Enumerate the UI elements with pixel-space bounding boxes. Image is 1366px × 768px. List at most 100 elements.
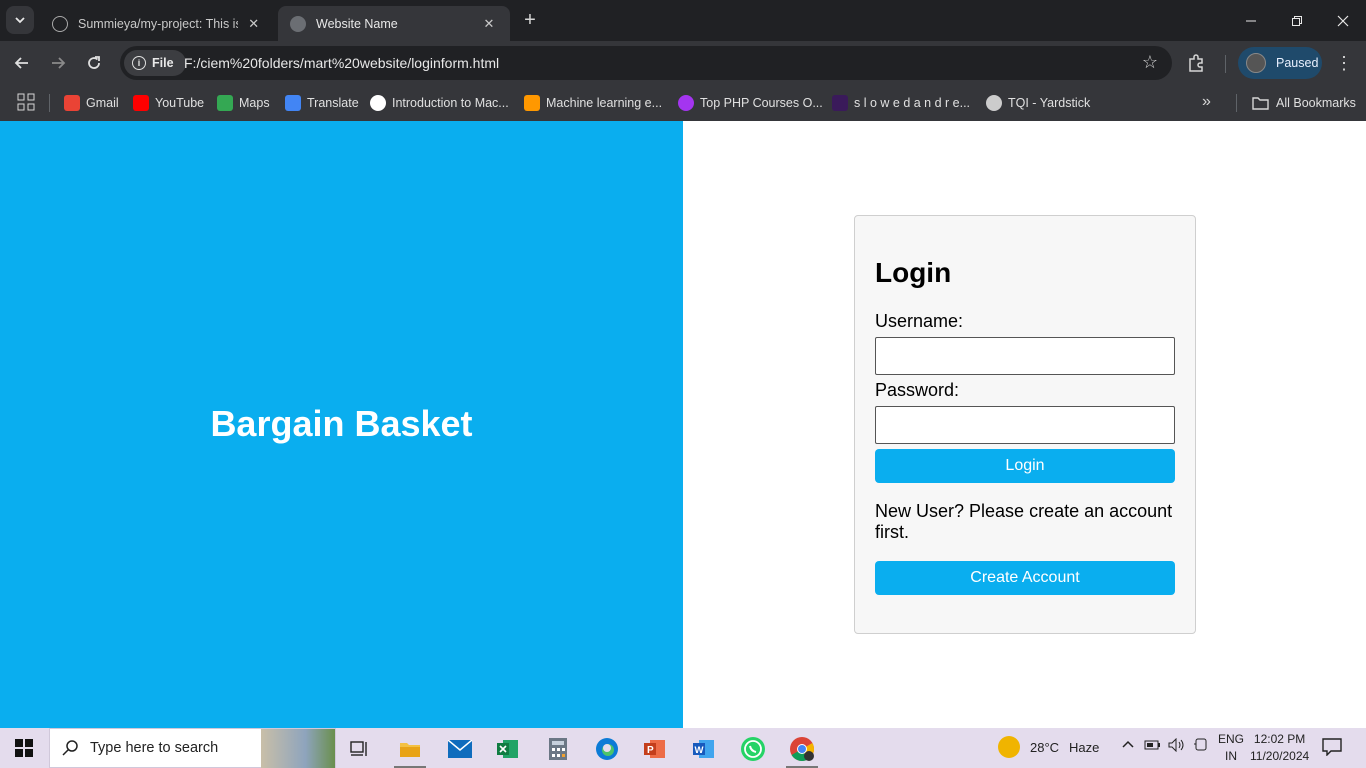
apps-grid-icon[interactable] [17, 93, 35, 111]
close-tab-icon[interactable]: ✕ [246, 16, 262, 32]
mail-button[interactable] [440, 732, 480, 766]
taskbar-search[interactable]: Type here to search [49, 728, 336, 768]
bookmark-machine-learning[interactable]: Machine learning e... [524, 92, 662, 114]
system-clock[interactable]: 12:02 PM 11/20/2024 [1250, 731, 1309, 765]
excel-button[interactable] [488, 732, 528, 766]
folder-icon [400, 743, 420, 757]
whatsapp-button[interactable] [733, 732, 773, 766]
restore-button[interactable] [1274, 0, 1320, 41]
calculator-button[interactable] [538, 732, 578, 766]
username-label: Username: [875, 311, 964, 331]
create-account-button[interactable]: Create Account [875, 561, 1175, 595]
bookmark-php-courses[interactable]: Top PHP Courses O... [678, 92, 823, 114]
bookmark-translate[interactable]: Translate [285, 92, 359, 114]
bookmark-label: Top PHP Courses O... [700, 96, 823, 110]
bookmark-maps[interactable]: Maps [217, 92, 270, 114]
mail-icon [448, 740, 472, 758]
show-hidden-icons[interactable] [1122, 738, 1134, 753]
weather-widget[interactable]: 28°C Haze [998, 736, 1099, 758]
profile-button[interactable]: Paused [1238, 47, 1322, 79]
word-button[interactable]: W [684, 732, 724, 766]
tab-search-button[interactable] [6, 6, 34, 34]
back-button[interactable] [8, 49, 36, 77]
more-bookmarks-icon[interactable]: » [1202, 93, 1211, 111]
bookmark-label: Translate [307, 96, 359, 110]
avatar [1246, 53, 1266, 73]
chrome-button[interactable] [782, 732, 822, 768]
search-placeholder: Type here to search [90, 740, 219, 756]
powerpoint-button[interactable]: P [635, 732, 675, 766]
bookmark-slowed[interactable]: s l o w e d a n d r e... [832, 92, 970, 114]
task-view-icon [350, 741, 367, 756]
weather-condition: Haze [1069, 739, 1100, 755]
bookmark-label: s l o w e d a n d r e... [854, 96, 971, 110]
tab-title: Website Name [316, 16, 398, 31]
bookmarks-divider [1236, 94, 1237, 112]
bookmark-tqi[interactable]: TQI - Yardstick [986, 92, 1090, 114]
chrome-icon [790, 737, 815, 762]
svg-text:P: P [647, 745, 654, 756]
extensions-button[interactable] [1186, 53, 1208, 73]
windows-taskbar: Type here to search P W 28°C Haze ENG IN… [0, 728, 1366, 768]
language-indicator[interactable]: ENG IN [1218, 731, 1244, 765]
task-view-button[interactable] [340, 732, 380, 766]
reload-button[interactable] [80, 49, 108, 77]
word-icon: W [693, 740, 714, 758]
bookmark-gmail[interactable]: Gmail [64, 92, 119, 114]
login-heading: Login [875, 257, 952, 288]
globe-icon [290, 15, 306, 32]
search-icon [62, 740, 78, 756]
profile-label: Paused [1276, 56, 1319, 70]
language-code: ENG [1218, 732, 1245, 746]
github-icon [52, 15, 68, 32]
address-bar[interactable]: i File F:/ciem%20folders/mart%20website/… [120, 46, 1172, 80]
calculator-icon [549, 738, 567, 760]
file-explorer-button[interactable] [390, 732, 430, 768]
login-button[interactable]: Login [875, 449, 1175, 483]
browser-menu-button[interactable]: ⋮ [1332, 49, 1356, 77]
notification-center-icon[interactable] [1322, 738, 1344, 758]
brand-panel: Bargain Basket [0, 121, 683, 728]
bookmark-youtube[interactable]: YouTube [133, 92, 204, 114]
login-panel: Login Username: Password: Login New User… [683, 121, 1366, 728]
folder-icon [1252, 97, 1269, 110]
puzzle-icon [1189, 54, 1203, 72]
bookmark-star-icon[interactable]: ☆ [1142, 52, 1158, 73]
bookmark-introduction[interactable]: Introduction to Mac... [370, 92, 509, 114]
tab-website-name[interactable]: Website Name ✕ [278, 6, 510, 41]
bookmark-label: YouTube [155, 96, 205, 110]
volume-icon[interactable] [1168, 737, 1186, 755]
close-window-button[interactable] [1320, 0, 1366, 41]
tab-github[interactable]: Summieya/my-project: This is a ✕ [40, 6, 274, 41]
arrow-right-icon [52, 57, 66, 69]
chevron-up-icon [1122, 740, 1134, 748]
all-bookmarks-label: All Bookmarks [1276, 96, 1356, 110]
minimize-button[interactable] [1228, 0, 1274, 41]
close-tab-icon[interactable]: ✕ [480, 16, 498, 32]
clock-date: 11/20/2024 [1250, 749, 1310, 763]
edge-button[interactable] [587, 732, 627, 766]
close-icon [1337, 15, 1349, 26]
svg-text:W: W [695, 745, 704, 756]
tab-strip: Summieya/my-project: This is a ✕ Website… [0, 0, 1366, 41]
google-icon [370, 95, 386, 111]
excel-icon [497, 740, 518, 758]
site-info-chip[interactable]: i File [124, 50, 186, 76]
toolbar-divider [1225, 55, 1226, 73]
language-region: IN [1225, 749, 1237, 763]
web-page: Bargain Basket Login Username: Password:… [0, 121, 1366, 728]
password-input[interactable] [875, 406, 1175, 444]
tab-title: Summieya/my-project: This is a [78, 16, 238, 31]
bookmark-label: Maps [239, 96, 270, 110]
forward-button[interactable] [44, 49, 72, 77]
info-icon: i [132, 56, 146, 70]
clock-time: 12:02 PM [1253, 732, 1306, 746]
brand-title: Bargain Basket [210, 403, 473, 444]
all-bookmarks[interactable]: All Bookmarks [1252, 92, 1356, 114]
display-icon[interactable] [1193, 738, 1209, 755]
gmail-icon [64, 95, 80, 111]
battery-icon[interactable] [1144, 738, 1162, 755]
start-button[interactable] [0, 728, 48, 768]
new-tab-button[interactable]: + [518, 8, 542, 32]
username-input[interactable] [875, 337, 1175, 375]
